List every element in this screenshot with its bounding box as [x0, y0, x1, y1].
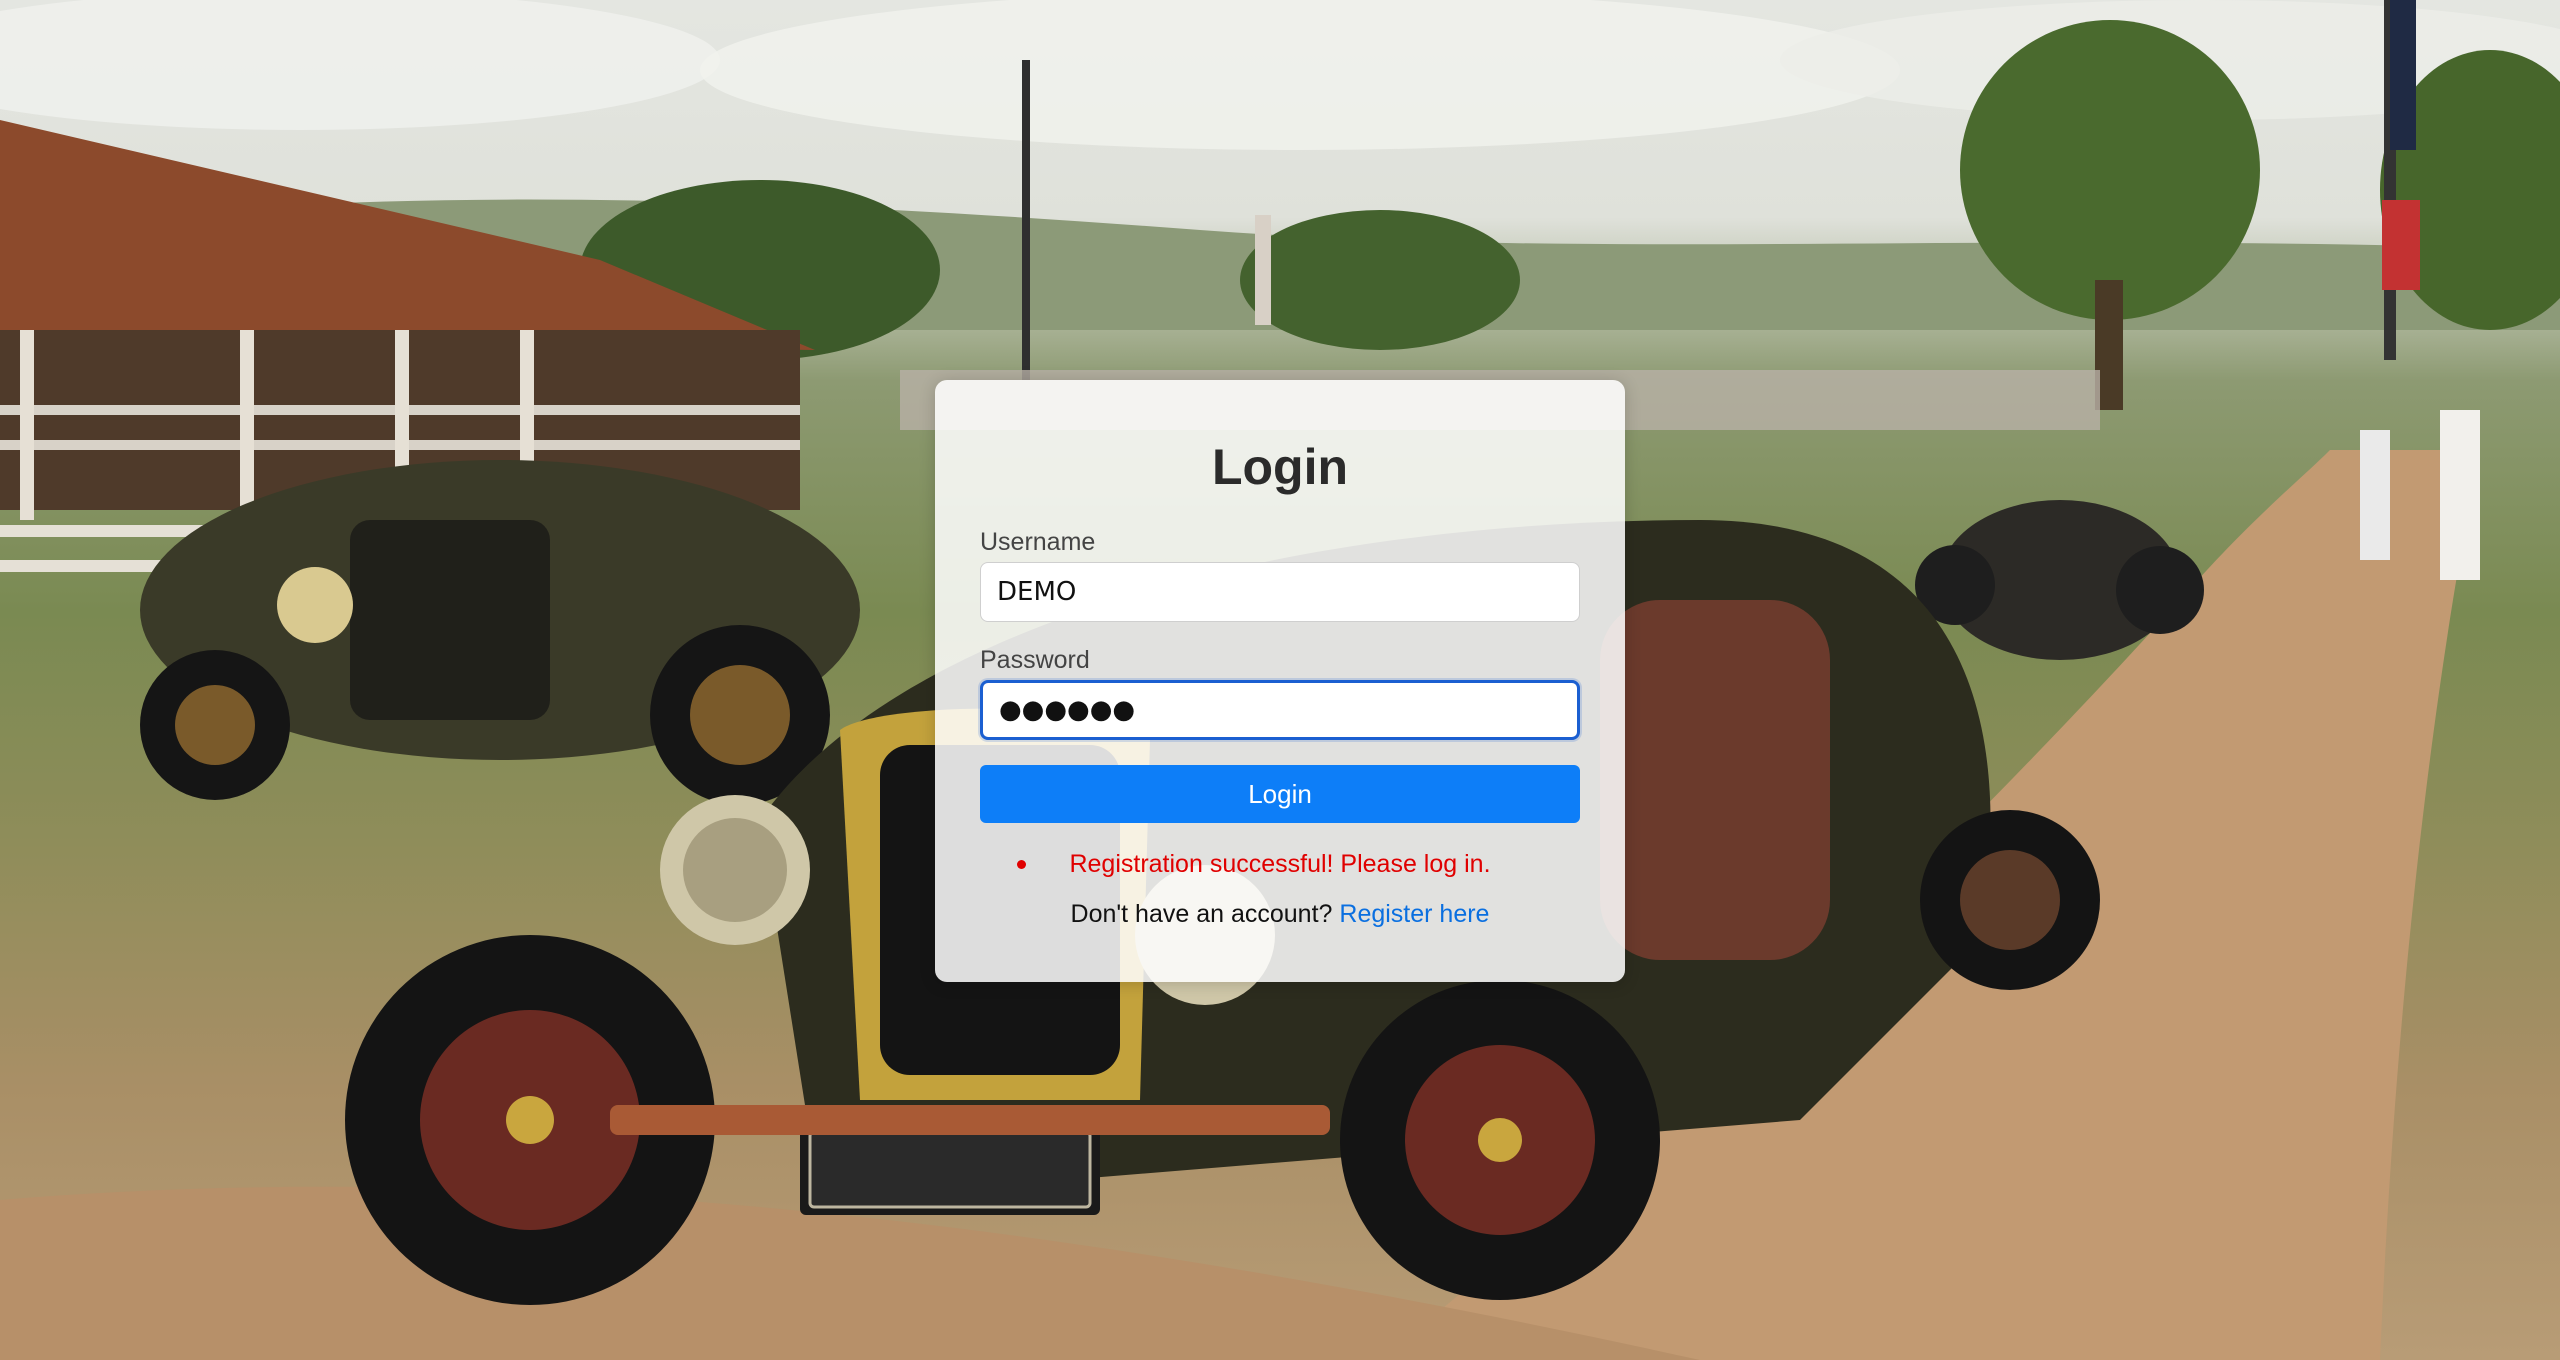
- page-title: Login: [1211, 439, 1349, 495]
- password-label: Password: [980, 646, 1090, 674]
- message-list: Registration successful! Please log in.: [980, 848, 1580, 880]
- login-button[interactable]: Login: [980, 765, 1580, 823]
- status-message-text: Registration successful! Please log in.: [1069, 850, 1491, 878]
- status-message: Registration successful! Please log in.: [980, 848, 1580, 880]
- register-prompt-text: Don't have an account?: [1070, 900, 1333, 928]
- bullet-icon: [1017, 860, 1026, 869]
- register-prompt: Don't have an account? Register here: [935, 900, 1625, 929]
- password-input[interactable]: [980, 680, 1580, 740]
- register-link[interactable]: Register here: [1339, 900, 1489, 928]
- login-card: Login Username Password Login Registrati…: [935, 380, 1625, 982]
- username-input[interactable]: [980, 562, 1580, 622]
- username-label: Username: [980, 528, 1096, 556]
